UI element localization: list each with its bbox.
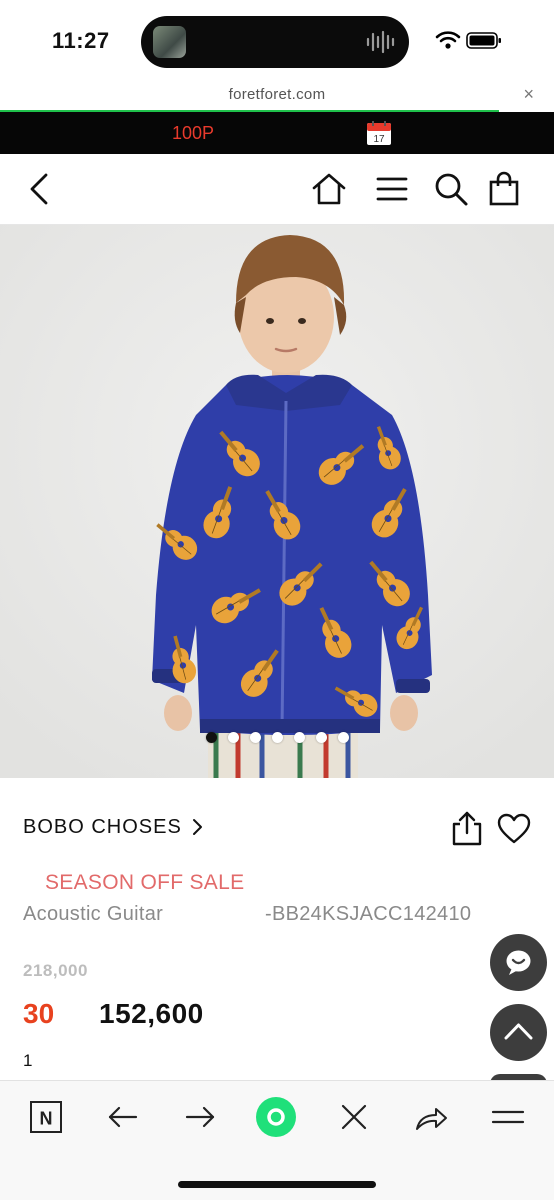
scroll-top-icon xyxy=(504,1023,533,1040)
back-icon[interactable] xyxy=(104,1098,142,1136)
site-header xyxy=(0,154,554,225)
url-close-icon[interactable]: × xyxy=(523,84,534,105)
menu-icon[interactable] xyxy=(374,171,410,207)
scroll-top-button[interactable] xyxy=(490,1004,547,1061)
chat-icon xyxy=(506,950,531,975)
svg-text:N: N xyxy=(40,1109,53,1129)
carousel-dot[interactable] xyxy=(205,732,217,743)
shopping-bag-icon[interactable] xyxy=(486,171,522,207)
sale-label: SEASON OFF SALE xyxy=(45,871,245,894)
discount-percent: 30 xyxy=(23,998,55,1029)
status-time: 11:27 xyxy=(52,28,110,53)
carousel-dot[interactable] xyxy=(249,732,261,743)
audio-wave-icon xyxy=(366,30,395,54)
status-bar: 11:27 xyxy=(0,0,554,80)
carousel-dot[interactable] xyxy=(227,732,239,743)
product-name: Acoustic Guitar xyxy=(23,903,164,925)
brand-name[interactable]: BOBO CHOSES xyxy=(23,816,182,839)
battery-icon xyxy=(466,32,501,49)
product-code: -BB24KSJACC142410 xyxy=(265,903,472,925)
url-text[interactable]: foretforet.com xyxy=(0,86,554,103)
chevron-right-icon xyxy=(192,819,202,835)
search-icon[interactable] xyxy=(433,171,469,207)
back-arrow-icon[interactable] xyxy=(22,171,58,207)
product-photo-illustration xyxy=(0,225,554,778)
quantity-value: 1 xyxy=(23,1051,33,1070)
status-icons xyxy=(435,31,501,49)
media-thumbnail xyxy=(153,26,186,58)
carousel-dot[interactable] xyxy=(315,732,327,743)
close-icon[interactable] xyxy=(335,1098,373,1136)
home-icon[interactable] xyxy=(311,171,347,207)
green-circle-icon[interactable] xyxy=(255,1096,297,1138)
share-icon[interactable] xyxy=(412,1098,450,1136)
home-indicator xyxy=(178,1181,376,1188)
points-label[interactable]: 100P xyxy=(172,123,214,144)
carousel-dots[interactable] xyxy=(0,732,554,744)
heart-icon[interactable] xyxy=(497,813,531,845)
product-image[interactable] xyxy=(0,225,554,778)
dynamic-island[interactable] xyxy=(141,16,409,68)
carousel-dot[interactable] xyxy=(337,732,349,743)
brand-link[interactable]: BOBO CHOSES xyxy=(23,814,204,840)
calendar-day: 17 xyxy=(373,134,385,145)
wifi-icon xyxy=(435,31,461,49)
chat-button[interactable] xyxy=(490,934,547,991)
carousel-dot[interactable] xyxy=(293,732,305,743)
original-price: 218,000 xyxy=(23,961,88,980)
naver-icon[interactable]: N xyxy=(27,1098,65,1136)
carousel-dot[interactable] xyxy=(271,732,283,743)
browser-url-bar[interactable]: foretforet.com × xyxy=(0,80,554,113)
share-icon[interactable] xyxy=(450,810,484,846)
calendar-icon[interactable]: 17 xyxy=(366,120,392,146)
menu-icon[interactable] xyxy=(489,1098,527,1136)
sale-price: 152,600 xyxy=(99,998,204,1029)
forward-icon[interactable] xyxy=(181,1098,219,1136)
promo-bar[interactable]: 100P 17 xyxy=(0,112,554,154)
